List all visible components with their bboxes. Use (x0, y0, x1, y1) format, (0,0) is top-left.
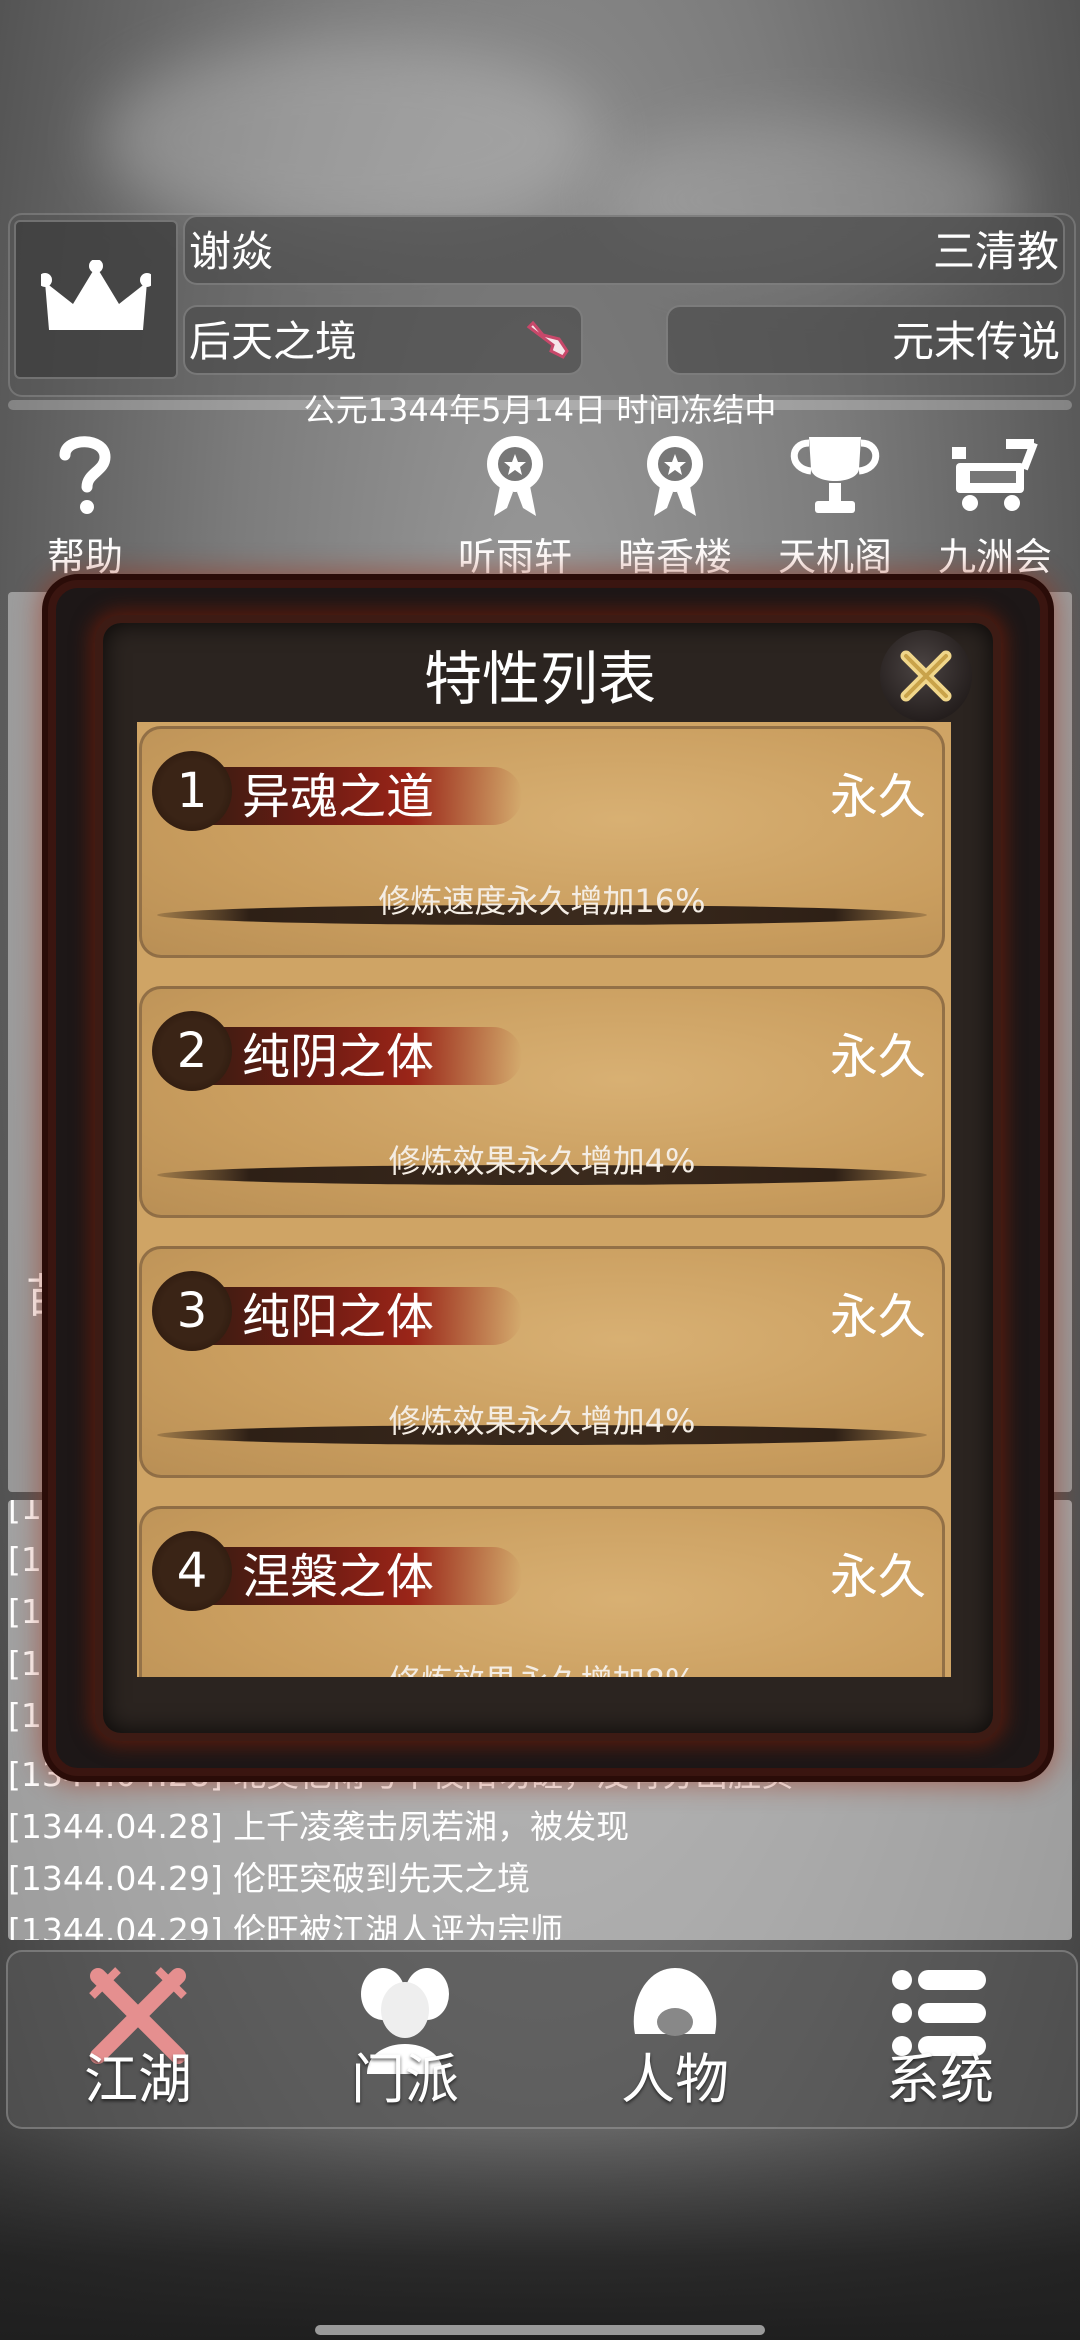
trait-name: 纯阳之体 (242, 1289, 435, 1345)
nav-jianghu-button[interactable]: 江湖 (38, 1960, 238, 2120)
log-line: [1344.04.28] 上千凌袭击夙若湘，被发现 (8, 1807, 630, 1846)
tianjige-button[interactable]: 天机阁 (760, 430, 910, 581)
trait-description: 修炼效果永久增加8% (142, 1656, 942, 1677)
trait-duration: 永久 (829, 1029, 926, 1085)
trait-duration: 永久 (829, 769, 926, 825)
log-line: [1344.04.29] 伦旺突破到先天之境 (8, 1859, 531, 1898)
close-icon (900, 650, 952, 702)
trait-index: 2 (152, 1011, 232, 1091)
date-status: 公元1344年5月14日 时间冻结中 (303, 391, 777, 429)
anxianglou-button[interactable]: 暗香楼 (600, 430, 750, 581)
nav-renwu-button[interactable]: 人物 (575, 1960, 775, 2120)
nav-xitong-button[interactable]: 系统 (840, 1960, 1040, 2120)
trait-description: 修炼效果永久增加4% (388, 1142, 696, 1180)
trait-name: 纯阴之体 (242, 1029, 435, 1085)
trait-index: 3 (152, 1271, 232, 1351)
trophy-icon (760, 430, 910, 520)
trait-card: 2 纯阴之体 永久 修炼效果永久增加4% (139, 986, 945, 1218)
battle-scene-background (0, 2130, 1080, 2340)
anxianglou-label: 暗香楼 (617, 535, 732, 579)
log-line: [1344.04.29] 伦旺被江湖人评为宗师 (8, 1911, 564, 1940)
nav-menpai-button[interactable]: 门派 (305, 1960, 505, 2120)
jiuzhouhui-button[interactable]: 九洲会 (920, 430, 1070, 581)
trait-card: 1 异魂之道 永久 修炼速度永久增加16% (139, 726, 945, 958)
crown-icon (41, 259, 151, 330)
profile-avatar-button[interactable] (14, 220, 178, 379)
trait-list[interactable]: 1 异魂之道 永久 修炼速度永久增加16% 2 纯阴之体 永久 修炼效果永久增加… (137, 722, 951, 1677)
trait-description: 修炼速度永久增加16% (378, 882, 706, 920)
jiuzhouhui-label: 九洲会 (937, 535, 1052, 579)
realm-label: 后天之境 (189, 317, 358, 366)
question-icon (10, 430, 160, 520)
tingyuxuan-button[interactable]: 听雨轩 (440, 430, 590, 581)
trait-index: 1 (152, 751, 232, 831)
tingyuxuan-label: 听雨轩 (457, 535, 572, 579)
player-name: 谢焱 (189, 227, 274, 276)
modal-title: 特性列表 (423, 645, 656, 713)
nav-renwu-label: 人物 (621, 2048, 729, 2111)
pointing-hand-icon (523, 317, 573, 388)
era-button[interactable]: 元末传说 (666, 305, 1066, 375)
trait-duration: 永久 (829, 1289, 926, 1345)
nav-jianghu-label: 江湖 (84, 2048, 192, 2111)
realm-button[interactable]: 后天之境 (183, 305, 583, 375)
trait-card: 3 纯阳之体 永久 修炼效果永久增加4% (139, 1246, 945, 1478)
close-button[interactable] (880, 630, 972, 722)
home-indicator[interactable] (315, 2325, 765, 2335)
tianjige-label: 天机阁 (777, 535, 892, 579)
trait-description: 修炼效果永久增加4% (388, 1402, 696, 1440)
trait-index: 4 (152, 1531, 232, 1611)
cart-icon (920, 430, 1070, 520)
nav-xitong-label: 系统 (886, 2048, 994, 2111)
medal-icon (600, 430, 750, 520)
name-sect-bar: 谢焱 三清教 (183, 215, 1065, 285)
trait-name: 异魂之道 (242, 769, 435, 825)
nav-menpai-label: 门派 (351, 2048, 459, 2111)
trait-name: 涅槃之体 (242, 1549, 435, 1605)
sect-name: 三清教 (932, 227, 1059, 276)
background-mist (100, 40, 600, 240)
help-label: 帮助 (46, 535, 123, 579)
era-label: 元末传说 (891, 317, 1060, 366)
help-button[interactable]: 帮助 (10, 430, 160, 581)
medal-icon (440, 430, 590, 520)
trait-duration: 永久 (829, 1549, 926, 1605)
trait-card: 4 涅槃之体 永久 修炼效果永久增加8% (139, 1506, 945, 1677)
